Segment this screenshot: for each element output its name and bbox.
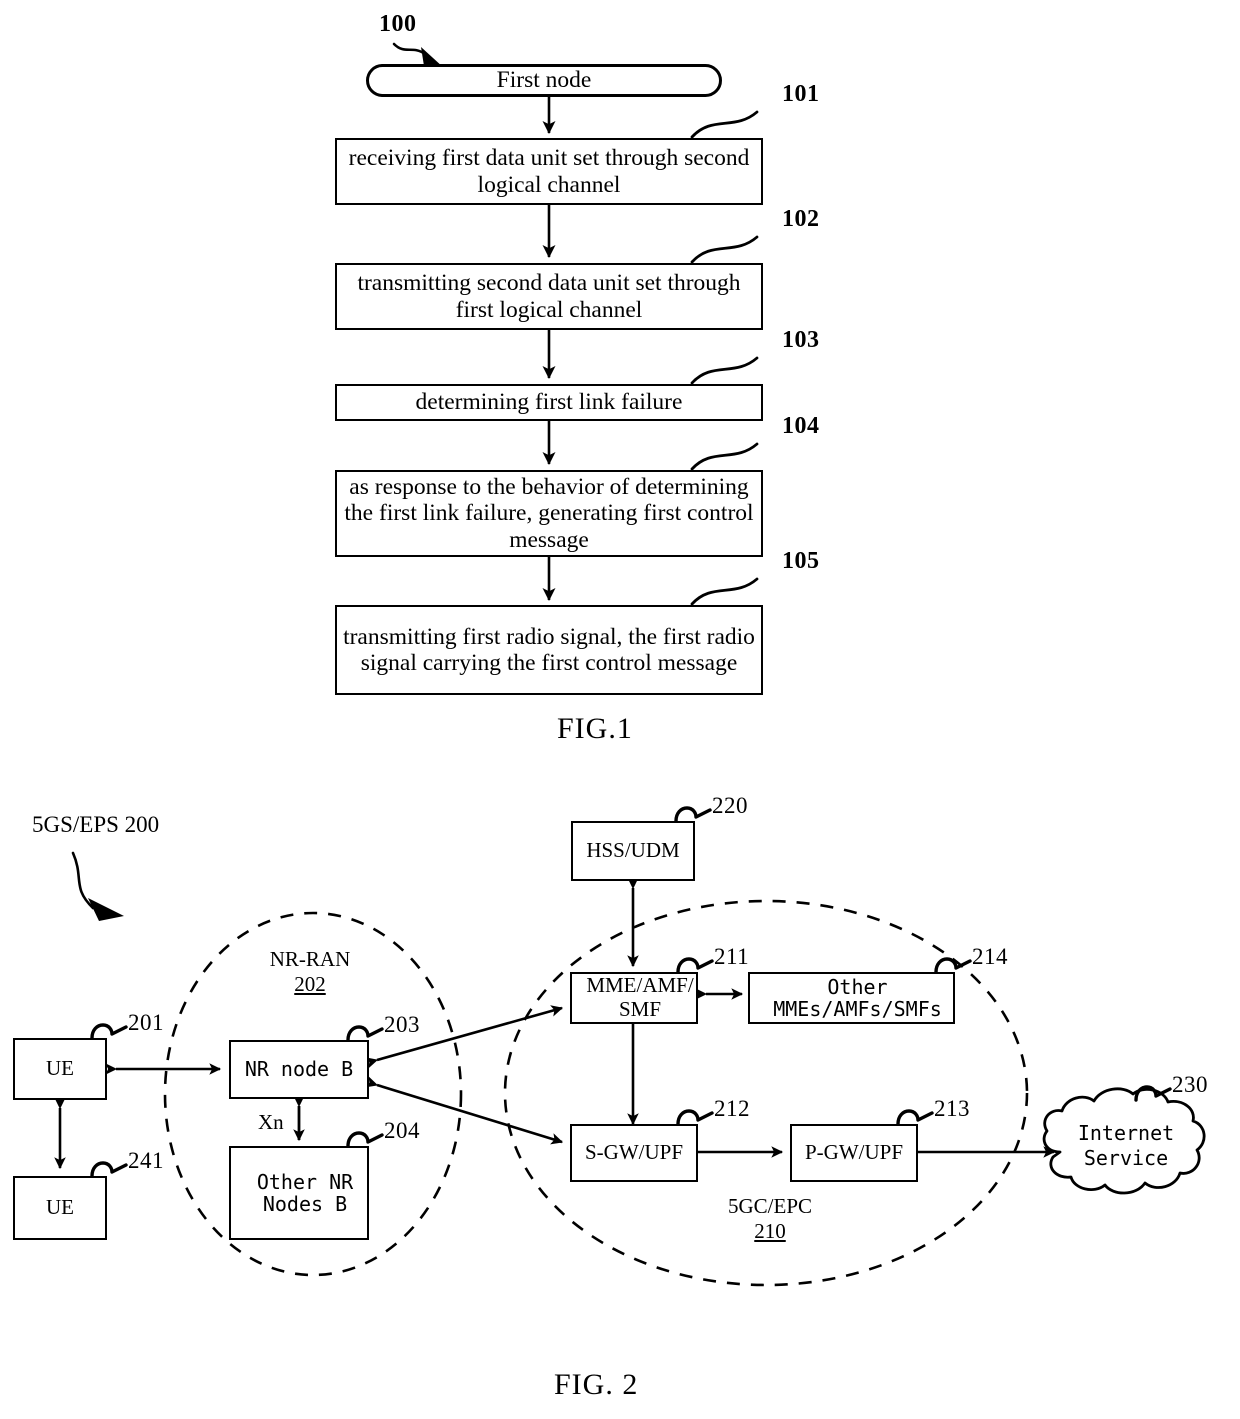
node-other-mmes-label: Other MMEs/AMFs/SMFs: [750, 975, 953, 1020]
ref-213: 213: [934, 1096, 970, 1121]
node-internet-service-line2: Service: [1083, 1146, 1169, 1170]
ref-102: 102: [782, 206, 820, 232]
ref-203: 203: [384, 1012, 420, 1037]
group-label-5gc-epc-name: 5GC/EPC: [727, 1194, 813, 1218]
node-other-nr-nodes-b-line2: Nodes B: [262, 1192, 348, 1216]
ref-214: 214: [972, 944, 1008, 969]
node-internet-service-line1: Internet: [1077, 1121, 1175, 1145]
flow-step-105: transmitting first radio signal, the fir…: [335, 605, 763, 695]
ref-104: 104: [782, 413, 820, 439]
node-s-gw-upf: S-GW/UPF: [570, 1124, 698, 1182]
node-nr-node-b-label: NR node B: [244, 1057, 354, 1082]
group-label-nr-ran: NR-RAN 202: [245, 947, 375, 997]
ref-105: 105: [782, 548, 820, 574]
group-label-5gc-epc: 5GC/EPC 210: [700, 1194, 840, 1244]
system-label-5gs-eps: 5GS/EPS 200: [32, 812, 160, 837]
ref-211: 211: [714, 944, 750, 969]
ref-101: 101: [782, 81, 820, 107]
fig2-ref-leader-layer: [90, 806, 1172, 1178]
node-ue-201: UE: [13, 1038, 107, 1100]
ref-230: 230: [1172, 1072, 1208, 1097]
node-p-gw-upf: P-GW/UPF: [790, 1124, 918, 1182]
group-label-nr-ran-name: NR-RAN: [269, 947, 351, 971]
edge-label-xn: Xn: [258, 1110, 284, 1134]
group-label-nr-ran-ref: 202: [294, 971, 326, 996]
flow-step-104-label: as response to the behavior of determini…: [344, 474, 754, 553]
node-internet-service-label: Internet Service: [1061, 1121, 1191, 1171]
flow-step-103: determining first link failure: [335, 384, 763, 421]
flow-step-101-label: receiving first data unit set through se…: [348, 145, 750, 198]
group-label-5gc-epc-ref: 210: [754, 1218, 786, 1243]
node-s-gw-upf-label: S-GW/UPF: [584, 1140, 684, 1165]
ref-212: 212: [714, 1096, 750, 1121]
node-other-nr-nodes-b-line1: Other NR: [256, 1169, 354, 1194]
flow-step-105-label: transmitting first radio signal, the fir…: [343, 623, 755, 676]
patent-figure-sheet: First node 100 receiving first data unit…: [0, 0, 1240, 1419]
node-other-mmes-amfs-smfs: Other MMEs/AMFs/SMFs: [748, 972, 955, 1024]
node-other-mmes-line2: MMEs/AMFs/SMFs: [773, 997, 942, 1021]
flow-step-102-label: transmitting second data unit set throug…: [357, 270, 741, 323]
figure-1-caption: FIG.1: [557, 712, 633, 745]
node-hss-udm-label: HSS/UDM: [586, 838, 680, 863]
flow-start-node: First node: [366, 64, 722, 97]
node-p-gw-upf-label: P-GW/UPF: [804, 1140, 904, 1165]
node-mme-amf-smf: MME/AMF/ SMF: [570, 972, 698, 1024]
node-ue-241-label: UE: [46, 1195, 74, 1220]
node-other-nr-nodes-b: Other NR Nodes B: [229, 1146, 369, 1240]
ref-201: 201: [128, 1010, 164, 1035]
node-hss-udm: HSS/UDM: [571, 821, 695, 881]
ref-100: 100: [379, 11, 417, 37]
figure-2-caption: FIG. 2: [554, 1368, 639, 1401]
flow-step-102: transmitting second data unit set throug…: [335, 263, 763, 330]
ref-220: 220: [712, 793, 748, 818]
ref-204: 204: [384, 1118, 420, 1143]
node-ue-241: UE: [13, 1176, 107, 1240]
flow-step-101: receiving first data unit set through se…: [335, 138, 763, 205]
node-nr-node-b: NR node B: [229, 1040, 369, 1099]
node-mme-amf-smf-line2: SMF: [618, 997, 662, 1021]
flow-step-103-label: determining first link failure: [415, 389, 683, 416]
node-mme-amf-smf-line1: MME/AMF/: [586, 973, 694, 998]
flow-start-label: First node: [496, 67, 592, 94]
ref-103: 103: [782, 327, 820, 353]
flow-step-104: as response to the behavior of determini…: [335, 470, 763, 557]
ref-241: 241: [128, 1148, 164, 1173]
node-ue-201-label: UE: [46, 1056, 74, 1081]
node-other-nr-nodes-b-label: Other NR Nodes B: [231, 1170, 367, 1215]
node-other-mmes-line1: Other: [827, 974, 888, 999]
node-mme-amf-smf-label: MME/AMF/ SMF: [568, 974, 699, 1021]
